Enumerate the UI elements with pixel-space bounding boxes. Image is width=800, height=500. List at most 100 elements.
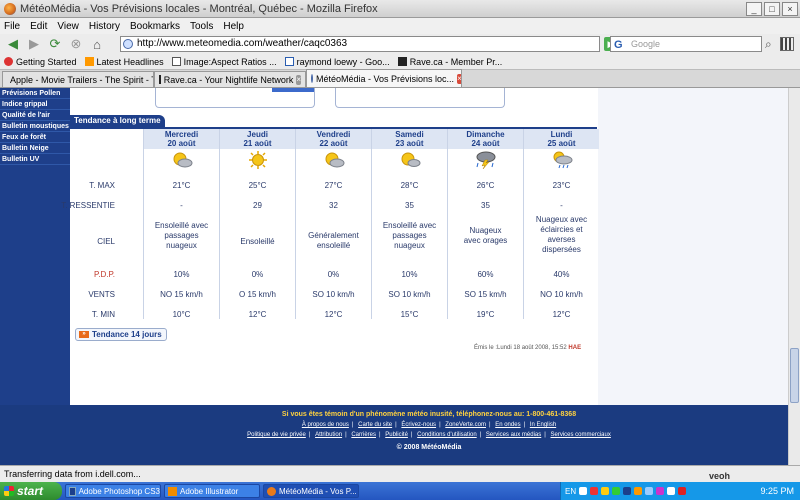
issued-text: Émis le :Lundi 18 août 2008, 15:52 bbox=[474, 345, 567, 351]
close-button[interactable]: × bbox=[782, 2, 798, 16]
cell-tmin: 10°C bbox=[172, 310, 191, 319]
reload-icon[interactable]: ⟳ bbox=[46, 36, 64, 52]
bookmark-aspect-ratios[interactable]: Image:Aspect Ratios ... bbox=[171, 57, 277, 67]
footer-link[interactable]: Services commerciaux bbox=[551, 432, 611, 438]
menu-bookmarks[interactable]: Bookmarks bbox=[130, 21, 180, 32]
menu-history[interactable]: History bbox=[89, 21, 120, 32]
footer-link[interactable]: In English bbox=[530, 422, 556, 428]
status-text: Transferring data from i.dell.com... bbox=[4, 469, 141, 479]
bookmark-getting-started[interactable]: Getting Started bbox=[4, 57, 77, 67]
day-date: 21 août bbox=[243, 139, 272, 148]
language-indicator[interactable]: EN bbox=[565, 487, 576, 496]
sun-cloud-icon bbox=[170, 151, 194, 169]
nav-neige[interactable]: Bulletin Neige bbox=[0, 143, 70, 154]
cell-vents: SO 10 km/h bbox=[312, 290, 355, 299]
tab-rave[interactable]: Rave.ca - Your Nightlife Network × bbox=[154, 71, 306, 87]
sun-cloud-rain-icon bbox=[550, 151, 574, 169]
tab-label: MétéoMédia - Vos Prévisions loc... bbox=[316, 73, 455, 84]
addon-grid-icon[interactable] bbox=[780, 37, 794, 51]
day-date: 20 août bbox=[167, 139, 196, 148]
tray-icon[interactable] bbox=[678, 487, 687, 495]
start-button[interactable]: start bbox=[0, 482, 62, 500]
nav-uv[interactable]: Bulletin UV bbox=[0, 154, 70, 165]
tab-apple-trailers[interactable]: Apple - Movie Trailers - The Spirit - Tr… bbox=[2, 71, 154, 87]
vertical-scrollbar[interactable] bbox=[788, 88, 800, 465]
day-date: 24 août bbox=[471, 139, 500, 148]
cell-ciel: Généralement ensoleillé bbox=[308, 231, 359, 250]
stop-icon[interactable]: ⊗ bbox=[67, 36, 85, 52]
url-input[interactable]: http://www.meteomedia.com/weather/caqc03… bbox=[120, 36, 600, 52]
day-header: Dimanche 24 août bbox=[448, 129, 523, 149]
cell-pdp: 0% bbox=[327, 270, 340, 279]
bookmark-rave[interactable]: Rave.ca - Member Pr... bbox=[397, 57, 502, 67]
day-name: Samedi bbox=[395, 130, 424, 139]
footer-link[interactable]: Services aux médias bbox=[486, 432, 541, 438]
tab-meteomedia[interactable]: MétéoMédia - Vos Prévisions loc... × bbox=[306, 69, 462, 87]
row-label-tressentie: T. RESSENTIE bbox=[61, 201, 115, 210]
timezone-link[interactable]: HAE bbox=[568, 345, 581, 351]
clock: 9:25 PM bbox=[760, 486, 794, 496]
footer-link[interactable]: Écrivez-nous bbox=[401, 422, 436, 428]
taskbar-illustrator[interactable]: Adobe Illustrator bbox=[164, 484, 260, 498]
nav-indice-grippal[interactable]: Indice grippal bbox=[0, 99, 70, 110]
promo-bar bbox=[272, 88, 314, 92]
nav-feux-foret[interactable]: Feux de forêt bbox=[0, 132, 70, 143]
menu-file[interactable]: File bbox=[4, 21, 20, 32]
search-magnifier-icon[interactable]: ⌕ bbox=[765, 37, 772, 52]
day-date: 25 août bbox=[547, 139, 576, 148]
forward-icon[interactable]: ▶ bbox=[25, 36, 43, 52]
footer-link[interactable]: Carrières bbox=[351, 432, 376, 438]
home-icon[interactable]: ⌂ bbox=[88, 36, 106, 52]
footer-alert: Si vous êtes témoin d'un phénomène météo… bbox=[281, 411, 577, 418]
cell-tmin: 15°C bbox=[400, 310, 419, 319]
rss-icon bbox=[84, 57, 94, 66]
tray-icon[interactable] bbox=[612, 487, 621, 495]
tray-icon[interactable] bbox=[623, 487, 632, 495]
menu-help[interactable]: Help bbox=[223, 21, 244, 32]
cell-tressentie: 29 bbox=[253, 201, 262, 210]
search-input[interactable]: G Google bbox=[610, 36, 762, 52]
google-icon bbox=[284, 57, 294, 66]
nav-pollen[interactable]: Prévisions Pollen bbox=[0, 88, 70, 99]
day-date: 22 août bbox=[319, 139, 348, 148]
taskbar-label: MétéoMédia - Vos P... bbox=[279, 486, 357, 496]
tray-icon[interactable] bbox=[601, 487, 610, 495]
button-label: Tendance 14 jours bbox=[92, 330, 162, 339]
maximize-button[interactable]: □ bbox=[764, 2, 780, 16]
footer-link[interactable]: Politique de vie privée bbox=[247, 432, 306, 438]
taskbar-firefox[interactable]: MétéoMédia - Vos P... bbox=[263, 484, 359, 498]
nav-qualite-air[interactable]: Qualité de l'air bbox=[0, 110, 70, 121]
tray-icon[interactable] bbox=[579, 487, 588, 495]
minimize-button[interactable]: _ bbox=[746, 2, 762, 16]
back-icon[interactable]: ◀ bbox=[4, 36, 22, 52]
tab-close-icon[interactable]: × bbox=[296, 74, 301, 85]
issued-timestamp: Émis le :Lundi 18 août 2008, 15:52 HAE bbox=[474, 345, 581, 351]
footer-link[interactable]: Conditions d'utilisation bbox=[417, 432, 477, 438]
scrollbar-thumb[interactable] bbox=[790, 348, 799, 403]
section-tab-tendance[interactable]: Tendance à long terme bbox=[70, 115, 165, 127]
footer-link[interactable]: Attribution bbox=[315, 432, 342, 438]
footer-link[interactable]: En ondes bbox=[495, 422, 520, 428]
tray-icon[interactable] bbox=[656, 487, 665, 495]
taskbar-photoshop[interactable]: Adobe Photoshop CS3 bbox=[65, 484, 161, 498]
footer-link[interactable]: ZoneVerte.com bbox=[445, 422, 486, 428]
footer-link[interactable]: Carte du site bbox=[358, 422, 392, 428]
nav-moustiques[interactable]: Bulletin moustiques bbox=[0, 121, 70, 132]
menu-edit[interactable]: Edit bbox=[30, 21, 47, 32]
bookmark-raymond-loewy[interactable]: raymond loewy - Goo... bbox=[284, 57, 390, 67]
tray-icon[interactable] bbox=[590, 487, 599, 495]
day-date: 23 août bbox=[395, 139, 424, 148]
bookmark-latest-headlines[interactable]: Latest Headlines bbox=[84, 57, 164, 67]
tray-icon[interactable] bbox=[634, 487, 643, 495]
footer-link[interactable]: Publicité bbox=[385, 432, 408, 438]
menu-tools[interactable]: Tools bbox=[190, 21, 213, 32]
cell-pdp: 10% bbox=[401, 270, 418, 279]
tray-icon[interactable] bbox=[667, 487, 676, 495]
cell-ciel: Nuageux avec orages bbox=[463, 226, 508, 245]
tray-icon[interactable] bbox=[645, 487, 654, 495]
tab-close-icon[interactable]: × bbox=[457, 73, 461, 84]
footer-link[interactable]: À propos de nous bbox=[302, 422, 349, 428]
row-label-tmin: T. MIN bbox=[91, 310, 115, 319]
menu-view[interactable]: View bbox=[57, 21, 79, 32]
tendance-14-jours-button[interactable]: » Tendance 14 jours bbox=[75, 328, 167, 341]
